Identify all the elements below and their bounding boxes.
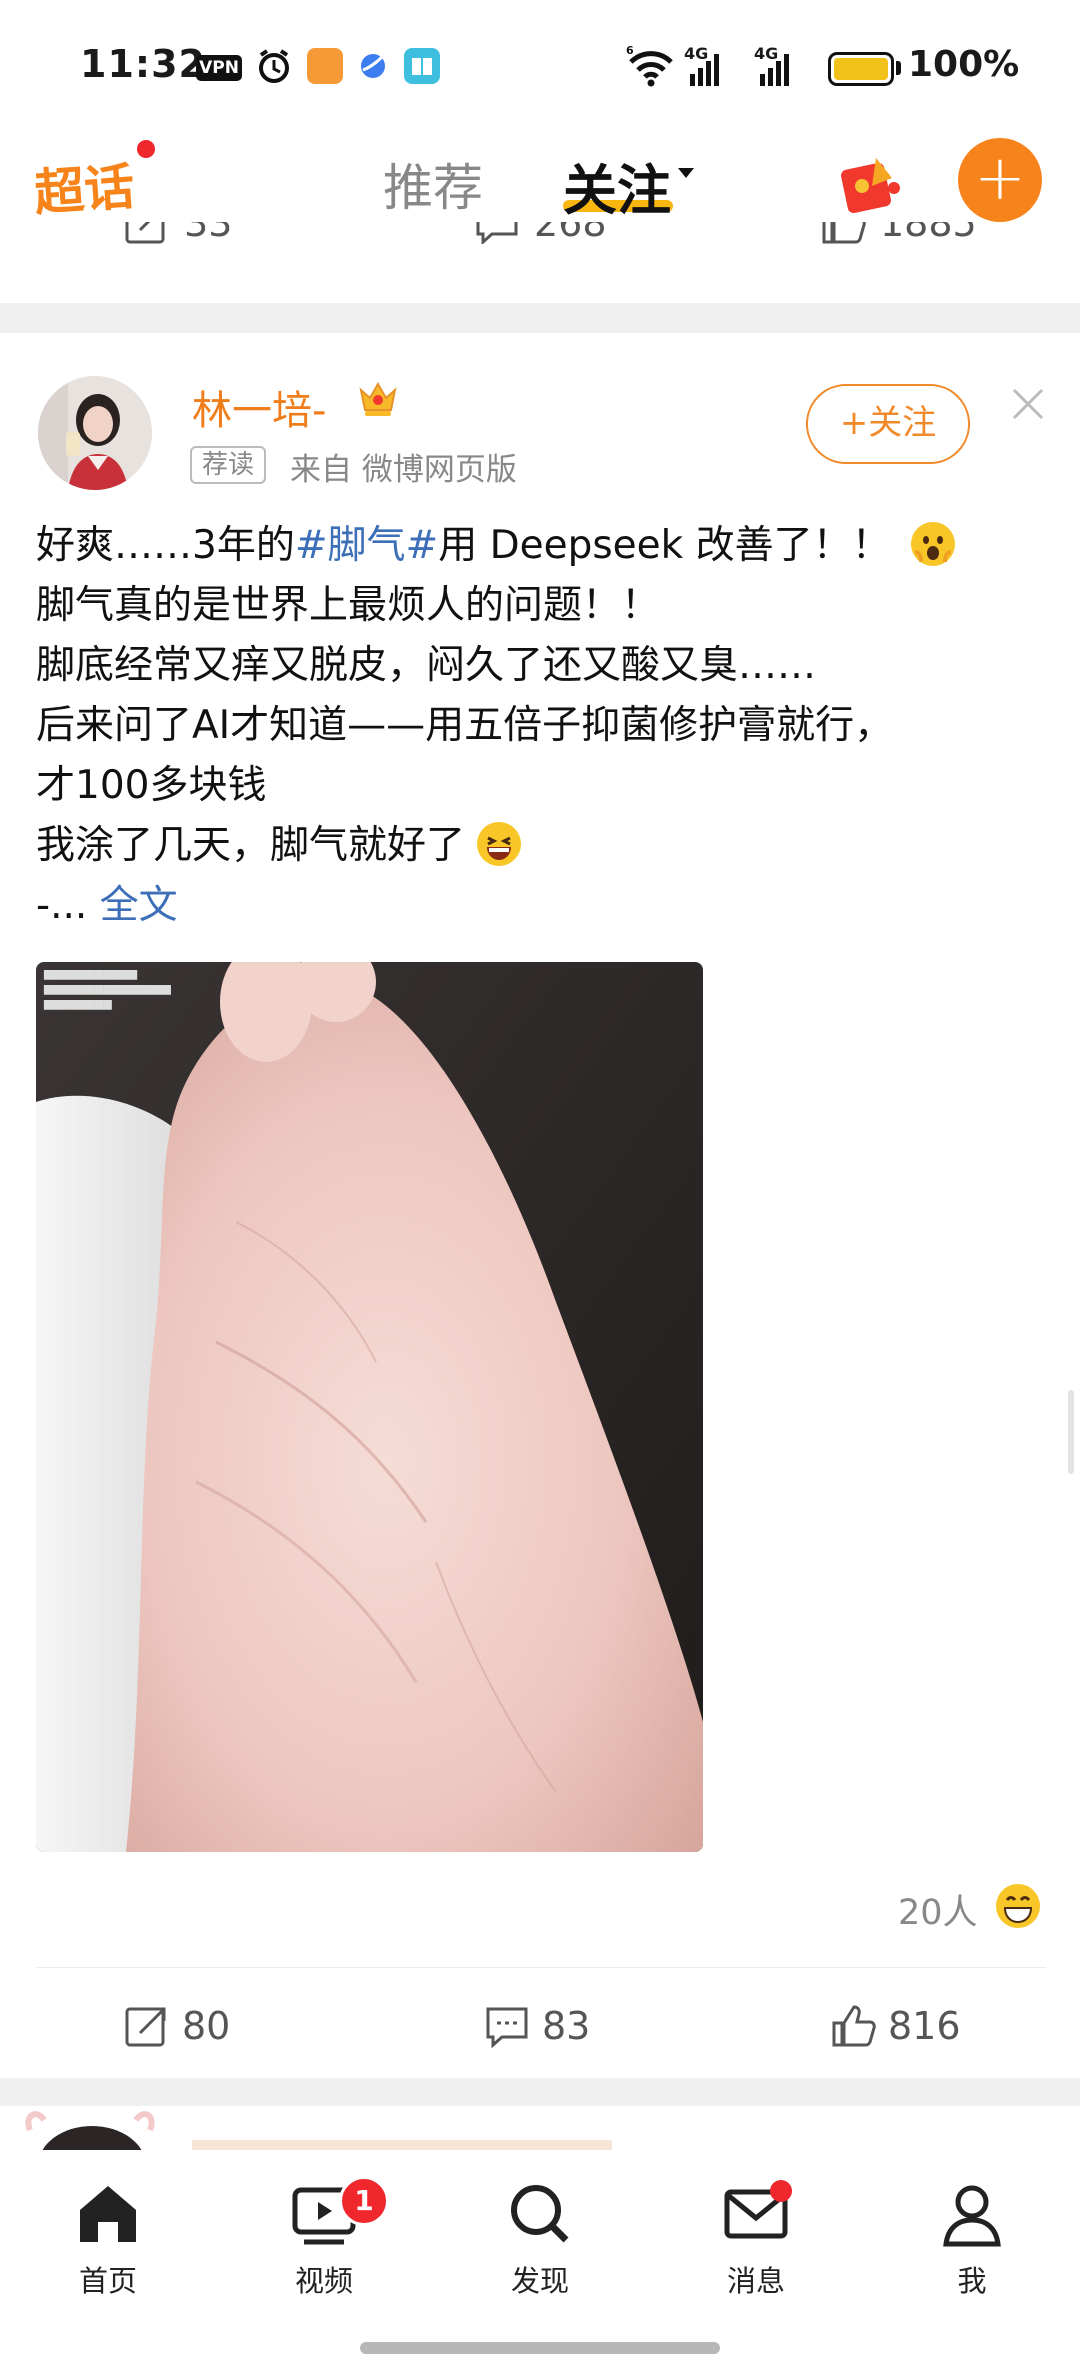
like-count: 816: [888, 2004, 961, 2048]
notification-dot: [137, 140, 155, 158]
chaohua-logo[interactable]: 超话: [32, 147, 137, 226]
battery-percent: 100%: [908, 44, 1020, 85]
tab-me[interactable]: 我: [912, 2180, 1032, 2300]
comment-icon: [486, 2007, 528, 2049]
comment-icon: [476, 222, 518, 244]
grin-emoji-icon: [994, 1882, 1042, 1930]
signal-icon: [760, 54, 789, 86]
repost-count: 80: [182, 2004, 231, 2048]
battery-icon: [828, 52, 894, 86]
tab-messages[interactable]: 消息: [696, 2180, 816, 2300]
post-image[interactable]: ▆▆▆▆▆▆▆▆▆▆▆ ▆▆▆▆▆▆▆▆▆▆▆▆▆▆▆ ▆▆▆▆▆▆▆▆: [36, 962, 703, 1852]
topic-link[interactable]: #脚气#: [295, 523, 438, 568]
post-separator: [0, 303, 1080, 333]
post-line: 脚气真的是世界上最烦人的问题！！: [36, 583, 661, 628]
post-line: -... 全文: [36, 883, 178, 928]
laughing-emoji-icon: [477, 822, 522, 866]
tab-following[interactable]: 关注: [563, 146, 671, 225]
home-icon: [80, 2186, 136, 2242]
tab-recommend[interactable]: 推荐: [383, 148, 483, 220]
repost-icon: [125, 2007, 166, 2047]
status-time: 11:32: [80, 42, 206, 86]
prev-repost-count: 33: [184, 222, 233, 244]
author-name[interactable]: 林一培-: [192, 378, 326, 436]
tab-messages-label: 消息: [726, 2264, 785, 2298]
tab-discover-label: 发现: [510, 2264, 569, 2298]
comment-count: 83: [542, 2004, 591, 2048]
tab-discover[interactable]: 发现: [480, 2180, 600, 2300]
post-separator: [0, 2078, 1080, 2106]
prev-like-count: 1885: [880, 222, 977, 244]
like-icon: [822, 222, 866, 244]
video-badge: 1: [339, 2176, 389, 2226]
tab-home[interactable]: 首页: [48, 2180, 168, 2300]
repost-button[interactable]: 80: [124, 1998, 230, 2054]
prev-post-actions: 33 268 1885: [0, 222, 1080, 244]
recommend-tag: 荐读: [190, 446, 267, 484]
alarm-icon: [256, 48, 292, 84]
message-dot: [770, 2180, 792, 2202]
follow-button[interactable]: +关注: [806, 384, 970, 464]
prev-comment-count: 268: [534, 222, 607, 244]
prev-comment[interactable]: 268: [474, 222, 607, 244]
like-icon: [832, 2005, 876, 2047]
avatar[interactable]: [38, 376, 152, 490]
prev-repost[interactable]: 33: [124, 222, 232, 244]
post-line: 脚底经常又痒又脱皮，闷久了还又酸又臭……: [36, 643, 817, 688]
red-packet-icon[interactable]: [840, 152, 906, 214]
app-notif-icon: [404, 48, 440, 84]
search-icon: [511, 2185, 569, 2243]
chevron-down-icon[interactable]: [678, 168, 694, 178]
profile-icon: [943, 2185, 1001, 2247]
post-source: 来自 微博网页版: [290, 452, 517, 488]
plus-icon[interactable]: +: [958, 138, 1042, 222]
repost-icon: [125, 222, 165, 244]
close-icon[interactable]: [1008, 384, 1048, 424]
like-button[interactable]: 816: [830, 1998, 961, 2054]
battery-tip: [896, 61, 901, 75]
shocked-emoji-icon: [911, 522, 956, 566]
post-line: 我涂了几天，脚气就好了: [36, 816, 1046, 876]
comment-button[interactable]: 83: [484, 1998, 590, 2054]
status-bar: 11:32 VPN 6 4G 4G 100%: [0, 0, 1080, 130]
wifi-icon: 6: [626, 44, 676, 88]
post-line: 后来问了AI才知道——用五倍子抑菌修护膏就行，: [36, 703, 894, 748]
svg-text:6: 6: [626, 44, 634, 57]
vpn-icon: VPN: [196, 55, 242, 81]
post-line: 好爽……3年的#脚气#用 Deepseek 改善了！！: [36, 516, 1046, 576]
liker-count[interactable]: 20人: [898, 1884, 978, 1935]
home-indicator[interactable]: [360, 2342, 720, 2354]
prev-like[interactable]: 1885: [820, 222, 977, 244]
divider: [36, 1967, 1046, 1968]
tab-home-label: 首页: [78, 2264, 137, 2298]
post-body: 好爽……3年的#脚气#用 Deepseek 改善了！！ 脚气真的是世界上最烦人的…: [36, 516, 1046, 936]
app-notif-icon: [355, 48, 391, 84]
app-notif-icon: [307, 48, 343, 84]
scrollbar[interactable]: [1068, 1390, 1074, 1474]
post-line: 才100多块钱: [36, 763, 267, 808]
tab-video-label: 视频: [294, 2264, 353, 2298]
image-watermark: ▆▆▆▆▆▆▆▆▆▆▆ ▆▆▆▆▆▆▆▆▆▆▆▆▆▆▆ ▆▆▆▆▆▆▆▆: [44, 967, 171, 1010]
read-more-link[interactable]: 全文: [100, 883, 178, 928]
tab-me-label: 我: [957, 2264, 987, 2298]
signal-icon: [690, 54, 719, 86]
crown-badge-icon: [357, 378, 399, 418]
